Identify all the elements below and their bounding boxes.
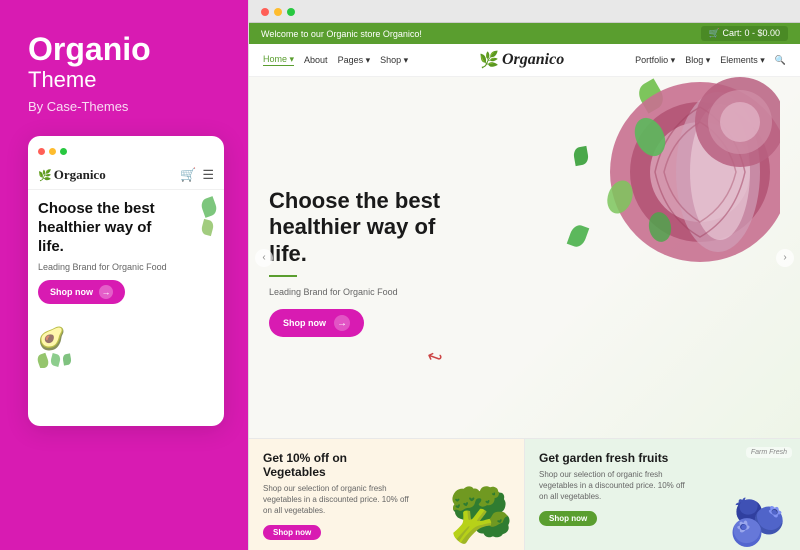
- hero-btn-arrow-icon: →: [334, 315, 350, 331]
- announce-bar: Welcome to our Organic store Organico! 🛒…: [249, 23, 800, 44]
- card-1-title: Get 10% off on Vegetables: [263, 451, 403, 479]
- browser-dot-green: [287, 8, 295, 16]
- bottom-cards: Get 10% off on Vegetables Shop our selec…: [249, 438, 800, 550]
- cabbage-svg: [570, 77, 780, 267]
- theme-subtitle: Theme: [28, 67, 96, 93]
- card-2-btn[interactable]: Shop now: [539, 511, 597, 526]
- nav-link-about[interactable]: About: [304, 55, 328, 65]
- hero-heading: Choose the best healthier way of life.: [269, 188, 449, 267]
- browser-dot-yellow: [274, 8, 282, 16]
- hero-btn-label: Shop now: [283, 318, 326, 328]
- nav-link-pages[interactable]: Pages ▾: [338, 55, 371, 66]
- card-1-desc: Shop our selection of organic fresh vege…: [263, 483, 413, 517]
- mock-dots: [28, 148, 224, 163]
- mock-content: Choose the best healthier way of life. L…: [28, 190, 224, 368]
- card-2-image: 🫐: [718, 470, 798, 550]
- mock-header-icons: 🛒 ☰: [180, 167, 214, 183]
- mock-shop-btn[interactable]: Shop now →: [38, 280, 125, 304]
- nav-link-shop[interactable]: Shop ▾: [380, 55, 408, 66]
- hero-image: [560, 77, 780, 277]
- mock-btn-arrow-icon: →: [99, 285, 113, 299]
- mock-heading: Choose the best healthier way of life.: [38, 200, 158, 256]
- mock-leaf-scatter: [202, 198, 216, 235]
- hero-section: ‹ › Choose the best healthier way of lif…: [249, 77, 800, 438]
- avocado-deco: 🥑: [38, 326, 214, 352]
- farm-fresh-badge: Farm Fresh: [746, 447, 792, 458]
- card-1-image: 🥦: [446, 474, 516, 546]
- nav-shop-label: Shop ▾: [380, 55, 408, 66]
- hero-text-block: Choose the best healthier way of life. L…: [269, 188, 449, 337]
- hero-shop-btn[interactable]: Shop now →: [269, 309, 364, 337]
- mobile-mockup: 🌿 Organico 🛒 ☰ Choose the best healthier…: [28, 136, 224, 426]
- site-logo-leaf-icon: 🌿: [479, 50, 499, 70]
- mock-logo: 🌿 Organico: [38, 167, 106, 183]
- nav-search-icon: 🔍: [775, 55, 786, 66]
- theme-by: By Case-Themes: [28, 99, 128, 114]
- card-vegetables: Get 10% off on Vegetables Shop our selec…: [249, 439, 525, 550]
- nav-blog-link[interactable]: Blog ▾: [685, 55, 710, 66]
- mock-cart-icon[interactable]: 🛒: [180, 167, 196, 183]
- nav-bar: Home ▾ About Pages ▾ Shop ▾ 🌿 Organico P…: [249, 44, 800, 77]
- mock-dot-green: [60, 148, 67, 155]
- mock-dot-yellow: [49, 148, 56, 155]
- nav-elements-label: Elements ▾: [720, 55, 765, 66]
- cart-badge[interactable]: 🛒 Cart: 0 - $0.00: [701, 26, 788, 41]
- announce-text: Welcome to our Organic store Organico!: [261, 29, 422, 39]
- theme-title: Organio: [28, 32, 151, 67]
- hero-sub: Leading Brand for Organic Food: [269, 287, 449, 297]
- site-logo: 🌿 Organico: [479, 50, 564, 70]
- browser-dot-red: [261, 8, 269, 16]
- leaf-deco-2: [200, 219, 215, 236]
- mock-logo-label: Organico: [54, 167, 106, 183]
- leaf-b1: [36, 353, 50, 368]
- mock-header: 🌿 Organico 🛒 ☰: [28, 163, 224, 190]
- mock-sub: Leading Brand for Organic Food: [38, 262, 214, 272]
- nav-link-home[interactable]: Home ▾: [263, 54, 294, 66]
- nav-blog-label: Blog ▾: [685, 55, 710, 66]
- nav-home-label: Home ▾: [263, 54, 294, 65]
- curly-arrow-deco: ↩: [424, 345, 445, 370]
- website-preview: Welcome to our Organic store Organico! 🛒…: [249, 23, 800, 550]
- nav-search-link[interactable]: 🔍: [775, 55, 786, 66]
- leaf-deco-1: [199, 196, 218, 218]
- nav-pages-label: Pages ▾: [338, 55, 371, 66]
- browser-chrome: [249, 0, 800, 23]
- cart-label: 🛒 Cart: 0 - $0.00: [709, 28, 780, 39]
- mock-leaf-icon: 🌿: [38, 169, 52, 182]
- left-panel: Organio Theme By Case-Themes 🌿 Organico …: [0, 0, 248, 550]
- card-1-btn[interactable]: Shop now: [263, 525, 321, 540]
- site-logo-text: Organico: [502, 51, 564, 69]
- hero-prev-btn[interactable]: ‹: [255, 249, 273, 267]
- nav-portfolio-link[interactable]: Portfolio ▾: [635, 55, 675, 66]
- bottom-leaf-deco: [38, 354, 214, 368]
- hero-next-btn[interactable]: ›: [776, 249, 794, 267]
- nav-elements-link[interactable]: Elements ▾: [720, 55, 765, 66]
- broccoli-icon: 🥦: [449, 485, 514, 546]
- hero-underline: [269, 275, 297, 277]
- leaf-b2: [50, 353, 62, 367]
- card-fruits: Farm Fresh Get garden fresh fruits Shop …: [525, 439, 800, 550]
- nav-links-left: Home ▾ About Pages ▾ Shop ▾: [263, 54, 408, 66]
- card-2-desc: Shop our selection of organic fresh vege…: [539, 469, 689, 503]
- right-panel: Welcome to our Organic store Organico! 🛒…: [248, 0, 800, 550]
- card-1-btn-label: Shop now: [273, 528, 311, 537]
- mock-menu-icon[interactable]: ☰: [202, 167, 214, 183]
- blueberry-icon: 🫐: [729, 495, 786, 550]
- card-2-btn-label: Shop now: [549, 514, 587, 523]
- nav-links-right: Portfolio ▾ Blog ▾ Elements ▾ 🔍: [635, 55, 786, 66]
- mock-dot-red: [38, 148, 45, 155]
- nav-about-label: About: [304, 55, 328, 65]
- leaf-b3: [62, 354, 72, 366]
- nav-portfolio-label: Portfolio ▾: [635, 55, 675, 66]
- card-2-title: Get garden fresh fruits: [539, 451, 679, 465]
- mock-btn-label: Shop now: [50, 287, 93, 297]
